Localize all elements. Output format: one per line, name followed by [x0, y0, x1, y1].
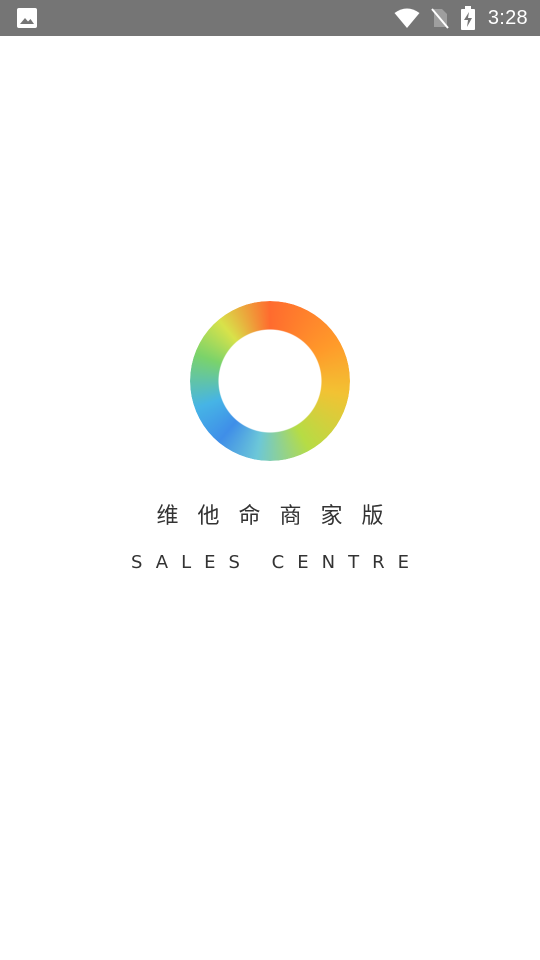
- wifi-icon: [394, 8, 420, 28]
- rainbow-ring-icon: [190, 301, 350, 461]
- splash-screen: 维他命商家版 SALES CENTRE: [0, 36, 540, 960]
- battery-charging-icon: [460, 6, 475, 30]
- status-time: 3:28: [487, 6, 528, 29]
- status-bar: 3:28: [0, 0, 540, 36]
- app-title-english: SALES CENTRE: [131, 552, 422, 573]
- status-icons: 3:28: [394, 0, 528, 36]
- logo-ring: [190, 301, 350, 461]
- no-sim-icon: [431, 8, 449, 29]
- app-title-chinese: 维他命商家版: [156, 504, 403, 529]
- image-icon: [17, 8, 37, 28]
